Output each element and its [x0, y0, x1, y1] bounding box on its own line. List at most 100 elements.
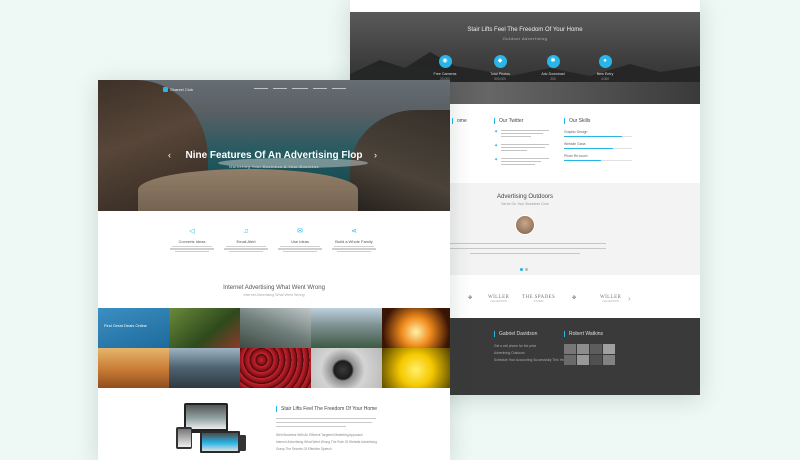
stat-value: 4,000 [601, 77, 609, 81]
gallery-thumb[interactable] [590, 344, 602, 354]
slider-dot[interactable] [525, 268, 528, 271]
skill-fill [564, 147, 613, 150]
feature-item: ◁ Converts Ideas [166, 228, 218, 253]
camera-icon: ◉ [438, 55, 452, 68]
skill-label: Photo Re-touch [564, 154, 588, 159]
gallery-tile[interactable] [382, 348, 450, 388]
twitter-icon: ✦ [494, 142, 499, 149]
nav-item[interactable] [332, 88, 346, 90]
footer-heading: Robert Watkins [564, 331, 603, 337]
footer-link[interactable]: Schedule Your Accounting Successfully Th… [494, 358, 566, 362]
stat-item: ✱ Adv Download 200 [528, 55, 578, 81]
gear-icon: ✱ [546, 55, 560, 68]
nav-item[interactable] [292, 88, 308, 90]
gallery-thumb[interactable] [590, 355, 602, 365]
drop-icon: ◆ [493, 55, 507, 68]
slider-dot[interactable] [520, 268, 523, 271]
twitter-icon: ✦ [494, 129, 499, 135]
gallery-tile[interactable] [169, 348, 240, 388]
bell-icon: ♫ [243, 228, 249, 235]
bullet-item: Web Business With An Efficient Targeted … [276, 433, 363, 437]
nav-item[interactable] [254, 88, 268, 90]
laptop [200, 431, 240, 453]
brand-name[interactable]: Shareel Club [170, 87, 193, 92]
back-hero-subtitle: Outdoor Advertising [502, 36, 548, 41]
twitter-heading: Our Twitter [494, 118, 549, 124]
quote-line [444, 243, 606, 245]
twitter-column: Our Twitter ✦ ✦ ✦ [494, 118, 550, 172]
tweet-item[interactable]: ✦ [494, 129, 550, 139]
gallery-tile[interactable] [240, 348, 311, 388]
client-logo: THE SPADES STUDIO [522, 295, 555, 303]
chevron-right-icon[interactable]: › [628, 294, 631, 303]
gallery-thumb[interactable] [564, 355, 576, 365]
about-column: ome [452, 118, 467, 130]
skill-bar: Website Gana [564, 142, 632, 150]
skill-bar: Photo Re-touch [564, 154, 632, 162]
logo-icon [163, 87, 168, 92]
top-navigation: Shareel Club [98, 84, 450, 96]
gallery-caption: Find Great Deals Online [104, 323, 147, 328]
feature-item: ♫ Email Alert [220, 228, 272, 253]
back-hero-title: Stair Lifts Feel The Freedom Of Your Hom… [467, 27, 583, 33]
client-logo: ✤ [468, 296, 473, 301]
skill-bar: Graphic Design [564, 130, 632, 138]
mail-icon: ✉ [297, 228, 303, 235]
logo-subtext: STUDIO [533, 300, 544, 303]
stat-value: 200 [550, 77, 556, 81]
footer-link[interactable]: Get a cell phone for the price [494, 344, 536, 348]
feature-title: Use Ideas [290, 239, 309, 244]
front-hero-banner: Shareel Club ‹ › Nine Features Of An Adv… [98, 80, 450, 211]
section-subtitle: Internet Advertising What Went Wrong [243, 293, 305, 297]
client-logo: WILLER COLLECTION [600, 295, 621, 303]
gallery-tile[interactable] [311, 308, 382, 348]
front-page-mockup: Shareel Club ‹ › Nine Features Of An Adv… [98, 80, 450, 460]
phone [238, 435, 246, 451]
stat-item: ◉ Free Cameras 20,000 [420, 55, 470, 81]
logo-subtext: COLLECTION [490, 300, 507, 303]
skill-fill [564, 135, 622, 138]
bullet-item: Grasp The Secrets Of Effective Speech [276, 447, 332, 451]
feature-item: ⋖ Build a Whole Family [328, 228, 380, 253]
nav-item[interactable] [273, 88, 287, 90]
share-icon: ⋖ [351, 228, 357, 235]
user-icon: ● [598, 55, 612, 68]
skill-fill [564, 159, 602, 162]
section-title: Internet Advertising What Went Wrong [223, 285, 325, 291]
quote-line [444, 248, 606, 250]
gallery-thumb[interactable] [603, 355, 615, 365]
twitter-icon: ✦ [494, 156, 499, 163]
logo-subtext: COLLECTION [602, 300, 619, 303]
gallery-tile[interactable] [240, 308, 311, 348]
section2-title: Stair Lifts Feel The Freedom Of Your Hom… [276, 406, 377, 412]
tweet-item[interactable]: ✦ [494, 156, 550, 167]
feature-title: Email Alert [236, 239, 256, 244]
footer-link[interactable]: Advertising Outdoors [494, 351, 525, 355]
gallery-thumb[interactable] [577, 344, 589, 354]
stat-value: 500,000 [494, 77, 506, 81]
gallery-tile[interactable] [311, 348, 382, 388]
gallery-thumb[interactable] [564, 344, 576, 354]
stat-label: Total Photos [490, 72, 510, 76]
tweet-item[interactable]: ✦ [494, 142, 550, 153]
tablet [176, 427, 192, 449]
bullet-item: Internet Advertising What Went Wrong The… [276, 440, 377, 444]
gallery-tile[interactable] [98, 348, 169, 388]
gallery-tile[interactable] [382, 308, 450, 348]
feature-item: ✉ Use Ideas [274, 228, 326, 253]
footer-heading: Gabriel Davidson [494, 331, 537, 337]
skill-label: Graphic Design [564, 130, 588, 134]
nav-item[interactable] [313, 88, 327, 90]
megaphone-icon: ◁ [189, 228, 195, 235]
stat-label: Free Cameras [433, 72, 457, 76]
hero-subtitle: Marketing Your Business & Your Business [229, 164, 319, 169]
avatar [515, 215, 535, 235]
column-heading: ome [452, 118, 467, 124]
gallery-thumb[interactable] [603, 344, 615, 354]
client-logo: WILLER COLLECTION [488, 295, 509, 303]
stat-item: ◆ Total Photos 500,000 [475, 55, 525, 81]
gallery-thumb[interactable] [577, 355, 589, 365]
gallery-tile[interactable]: Find Great Deals Online [98, 308, 169, 348]
gallery-tile[interactable] [169, 308, 240, 348]
feature-title: Build a Whole Family [335, 239, 373, 244]
